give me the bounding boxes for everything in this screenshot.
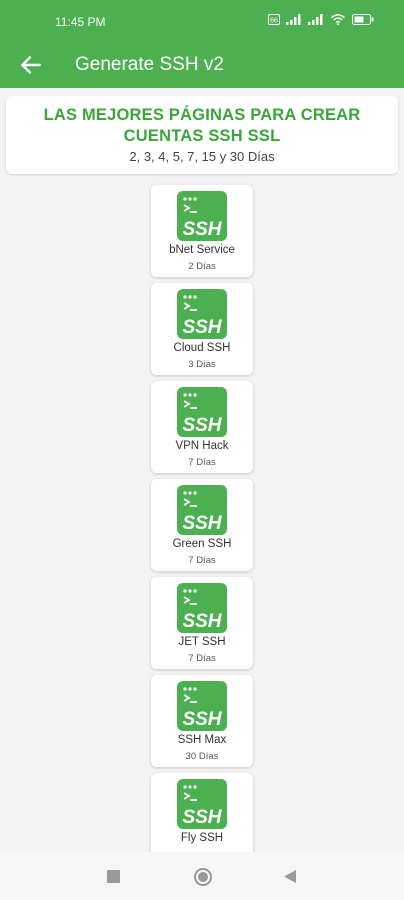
svg-text:SSH: SSH — [182, 415, 222, 436]
service-card[interactable]: SSH Green SSH 7 Días — [151, 479, 253, 571]
ssh-terminal-icon: SSH — [177, 681, 227, 731]
service-days: 30 Días — [185, 751, 219, 762]
header-title: LAS MEJORES PÁGINAS PARA CREAR CUENTAS S… — [6, 96, 398, 147]
svg-text:SSH: SSH — [182, 611, 222, 632]
svg-text:SSH: SSH — [182, 709, 222, 730]
ssh-terminal-icon: SSH — [177, 779, 227, 829]
service-card[interactable]: SSH SSH Max 30 Días — [151, 675, 253, 767]
service-card[interactable]: SSH bNet Service 2 Días — [151, 185, 253, 277]
service-name: Cloud SSH — [173, 342, 231, 354]
header-subtitle: 2, 3, 4, 5, 7, 15 y 30 Días — [129, 149, 275, 164]
service-name: VPN Hack — [175, 440, 229, 452]
ssh-terminal-icon: SSH — [177, 583, 227, 633]
header-title-line1: LAS MEJORES PÁGINAS PARA CREAR — [43, 106, 361, 124]
status-time: 11:45 PM — [55, 15, 106, 29]
service-days: 2 Días — [188, 261, 216, 272]
ssh-terminal-icon: SSH — [177, 387, 227, 437]
wifi-icon — [331, 14, 345, 25]
header-title-line2: CUENTAS SSH SSL — [123, 127, 281, 145]
service-days: 7 Días — [188, 555, 216, 566]
service-name: Green SSH — [172, 538, 232, 550]
signal-icon — [286, 14, 301, 25]
recents-square-icon[interactable] — [107, 870, 120, 883]
service-days: 7 Días — [188, 457, 216, 468]
service-card[interactable]: SSH VPN Hack 7 Días — [151, 381, 253, 473]
service-days: 3 Días — [188, 359, 216, 370]
service-name: SSH Max — [177, 734, 227, 746]
sim-icon: 66 — [268, 14, 280, 25]
svg-text:66: 66 — [270, 18, 278, 25]
svg-text:SSH: SSH — [182, 219, 222, 240]
back-triangle-icon[interactable] — [284, 870, 296, 883]
service-card[interactable]: SSH Cloud SSH 3 Días — [151, 283, 253, 375]
system-nav-bar — [0, 852, 404, 900]
ssh-terminal-icon: SSH — [177, 191, 227, 241]
ssh-terminal-icon: SSH — [177, 289, 227, 339]
app-bar: Generate SSH v2 — [0, 44, 404, 88]
service-card[interactable]: SSH JET SSH 7 Días — [151, 577, 253, 669]
back-arrow-icon[interactable] — [18, 52, 44, 78]
signal-icon-2 — [308, 14, 323, 25]
service-list: SSH bNet Service 2 Días SSH Cloud SSH 3 … — [151, 185, 253, 871]
service-days: 7 Días — [188, 653, 216, 664]
status-bar: 11:45 PM 66 — [0, 0, 404, 44]
status-icons: 66 — [268, 14, 374, 25]
service-name: JET SSH — [178, 636, 226, 648]
service-name: bNet Service — [169, 244, 235, 256]
page-title: Generate SSH v2 — [75, 54, 224, 75]
header-card: LAS MEJORES PÁGINAS PARA CREAR CUENTAS S… — [6, 96, 398, 174]
home-circle-icon[interactable] — [193, 867, 213, 887]
svg-text:SSH: SSH — [182, 807, 222, 828]
battery-icon — [352, 14, 374, 25]
service-name: Fly SSH — [180, 832, 224, 844]
ssh-terminal-icon: SSH — [177, 485, 227, 535]
svg-text:SSH: SSH — [182, 513, 222, 534]
svg-text:SSH: SSH — [182, 317, 222, 338]
